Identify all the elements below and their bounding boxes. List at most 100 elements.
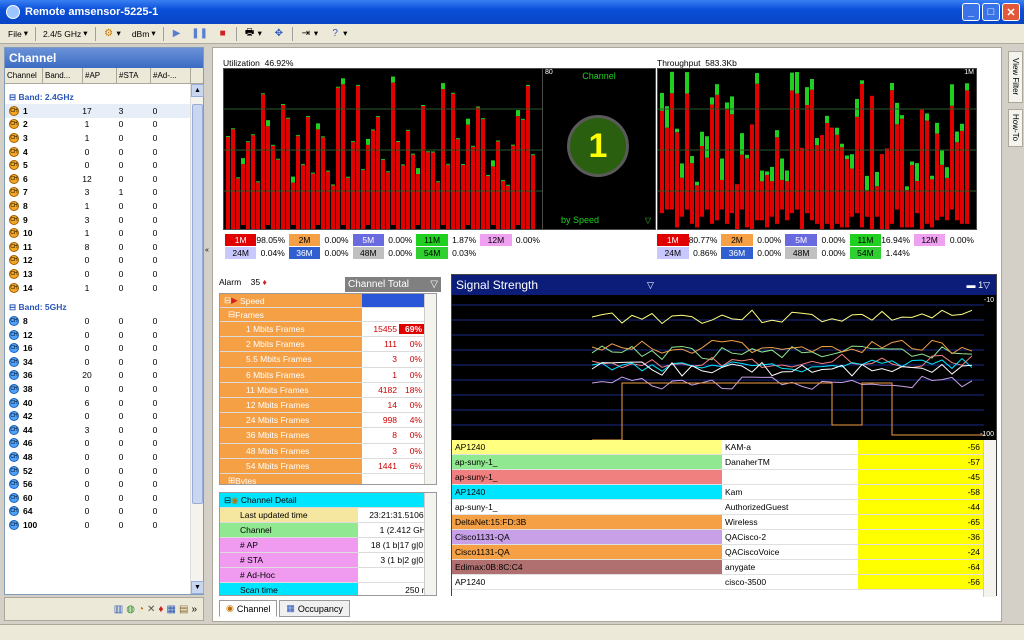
channel-total-dropdown[interactable]: Channel Total ▽ (345, 277, 441, 292)
signal-page[interactable]: ▬ 1▽ (967, 280, 990, 291)
channel-row[interactable]: CH 11 8 0 0 (5, 240, 191, 254)
signal-row[interactable]: DeltaNet:15:FD:3B Wireless -65 (452, 515, 984, 530)
channel-list-scrollbar[interactable]: ▲ ▼ (190, 84, 204, 594)
col-band[interactable]: Band... (43, 68, 83, 83)
speed-row[interactable]: 6 Mbits Frames 1 0% (220, 367, 436, 383)
channel-row[interactable]: CH 10 1 0 0 (5, 226, 191, 240)
speed-row[interactable]: 36 Mbits Frames 8 0% (220, 428, 436, 444)
maximize-button[interactable]: □ (982, 3, 1000, 21)
signal-row[interactable]: AP1240 KAM-a -56 (452, 440, 984, 455)
clipboard-icon[interactable]: ▤ (179, 604, 188, 615)
mode-dropdown-icon[interactable]: ▽ (645, 216, 651, 225)
signal-row[interactable]: ap-suny-1_ -45 (452, 470, 984, 485)
scroll-up-icon[interactable]: ▲ (191, 84, 204, 97)
channel-row[interactable]: CH 60 0 0 0 (5, 491, 191, 505)
splitter[interactable]: « (205, 47, 211, 622)
detail-scrollbar[interactable] (424, 493, 436, 595)
signal-row[interactable]: ap-suny-1_ DanaherTM -57 (452, 455, 984, 470)
detail-header[interactable]: ⊟ ◉ Channel Detail (220, 493, 436, 508)
grid-icon[interactable]: ▦ (167, 604, 176, 615)
tab-how-to[interactable]: How-To (1008, 109, 1023, 147)
band-selector[interactable]: 2.4/5 GHz ▾ (39, 26, 92, 41)
tab-channel[interactable]: ◉ Channel (219, 600, 278, 617)
settings-button[interactable]: ⚙ ▾ (99, 26, 125, 42)
col-sta[interactable]: #STA (117, 68, 151, 83)
scroll-thumb[interactable] (192, 104, 203, 504)
channel-row[interactable]: CH 9 3 0 0 (5, 213, 191, 227)
speed-header[interactable]: ⊟ ▶ Speed (220, 294, 436, 308)
move-button[interactable]: ✥ (269, 26, 289, 42)
channel-row[interactable]: CH 100 0 0 0 (5, 518, 191, 532)
file-menu[interactable]: File ▾ (4, 26, 32, 41)
tab-occupancy[interactable]: ▦ Occupancy (279, 600, 350, 617)
signal-row[interactable]: AP1240 Kam -58 (452, 485, 984, 500)
more-icon[interactable]: » (191, 604, 197, 615)
minimize-button[interactable]: _ (962, 3, 980, 21)
close-button[interactable]: ✕ (1002, 3, 1020, 21)
units-button[interactable]: dBm ▾ (128, 26, 160, 41)
channel-row[interactable]: CH 14 1 0 0 (5, 281, 191, 295)
speed-row[interactable]: 12 Mbits Frames 14 0% (220, 397, 436, 414)
channel-row[interactable]: CH 52 0 0 0 (5, 464, 191, 478)
channel-row[interactable]: CH 42 0 0 0 (5, 409, 191, 423)
speed-row[interactable]: 1 Mbits Frames 15455 69% (220, 322, 436, 338)
channel-row[interactable]: CH 6 12 0 0 (5, 172, 191, 186)
stop-button[interactable]: ■ (213, 26, 233, 42)
channel-row[interactable]: CH 44 3 0 0 (5, 423, 191, 437)
signal-scrollbar[interactable] (983, 440, 996, 597)
channel-row[interactable]: CH 12 0 0 0 (5, 254, 191, 268)
speed-row[interactable]: 48 Mbits Frames 3 0% (220, 443, 436, 459)
channel-row[interactable]: CH 2 1 0 0 (5, 118, 191, 132)
channel-row[interactable]: CH 64 0 0 0 (5, 505, 191, 519)
alarm-icon[interactable]: ♦ (158, 604, 163, 615)
signal-row[interactable]: Cisco1131-QA QACisco-2 -36 (452, 530, 984, 545)
signal-row[interactable]: ap-suny-1_ AuthorizedGuest -44 (452, 500, 984, 515)
band-group-header[interactable]: ⊟ Band: 2.4GHz (5, 90, 191, 104)
speed-row[interactable]: 54 Mbits Frames 1441 6% (220, 458, 436, 474)
channel-row[interactable]: CH 12 0 0 0 (5, 328, 191, 342)
channel-row[interactable]: CH 5 0 0 0 (5, 158, 191, 172)
bar-chart-icon[interactable]: ▥ (114, 604, 123, 615)
channel-row[interactable]: CH 8 0 0 0 (5, 314, 191, 328)
bytes-header[interactable]: ⊞ Bytes (220, 473, 436, 484)
speed-row[interactable]: 2 Mbits Frames 111 0% (220, 337, 436, 353)
channel-row[interactable]: CH 4 0 0 0 (5, 145, 191, 159)
scroll-down-icon[interactable]: ▼ (191, 581, 204, 594)
channel-row[interactable]: CH 13 0 0 0 (5, 267, 191, 281)
speed-row[interactable]: 5.5 Mbits Frames 3 0% (220, 352, 436, 368)
channel-row[interactable]: CH 16 0 0 0 (5, 342, 191, 356)
help-button[interactable]: ? ▾ (325, 26, 351, 42)
speed-row[interactable]: 11 Mbits Frames 4182 18% (220, 382, 436, 398)
speed-scrollbar[interactable] (424, 294, 436, 484)
channel-row[interactable]: CH 48 0 0 0 (5, 450, 191, 464)
collapse-icon[interactable]: « (205, 247, 209, 254)
channel-row[interactable]: CH 56 0 0 0 (5, 477, 191, 491)
signal-row[interactable]: AP1240 cisco-3500 -56 (452, 575, 984, 590)
channel-row[interactable]: CH 40 6 0 0 (5, 396, 191, 410)
print-button[interactable]: 🖶 ▾ (240, 26, 266, 42)
signal-dropdown-icon[interactable]: ▽ (647, 280, 654, 291)
channel-row[interactable]: CH 46 0 0 0 (5, 437, 191, 451)
pie-icon[interactable]: ◔ (138, 604, 144, 615)
speed-row[interactable]: 24 Mbits Frames 998 4% (220, 413, 436, 429)
channel-row[interactable]: CH 36 20 0 0 (5, 369, 191, 383)
channel-row[interactable]: CH 38 0 0 0 (5, 382, 191, 396)
channel-row[interactable]: CH 3 1 0 0 (5, 131, 191, 145)
play-button[interactable]: ▶ (167, 26, 187, 42)
channel-row[interactable]: CH 8 1 0 0 (5, 199, 191, 213)
channel-row[interactable]: CH 34 0 0 0 (5, 355, 191, 369)
channel-row[interactable]: CH 1 17 3 0 (5, 104, 191, 118)
col-channel[interactable]: Channel (5, 68, 43, 83)
export-button[interactable]: ⇥ ▾ (296, 26, 322, 42)
pause-button[interactable]: ❚❚ (190, 26, 210, 42)
globe-icon[interactable]: ◍ (126, 604, 135, 615)
frames-header[interactable]: ⊟ Frames (220, 308, 436, 322)
tab-view-filter[interactable]: View Filter (1008, 51, 1023, 103)
channel-row[interactable]: CH 7 3 1 0 (5, 186, 191, 200)
col-ap[interactable]: #AP (83, 68, 117, 83)
col-adhoc[interactable]: #Ad-... (151, 68, 191, 83)
signal-row[interactable]: Cisco1131-QA QACiscoVoice -24 (452, 545, 984, 560)
tools-icon[interactable]: ✕ (147, 604, 155, 615)
signal-row[interactable]: Edimax:0B:8C:C4 anygate -64 (452, 560, 984, 575)
band-group-header[interactable]: ⊟ Band: 5GHz (5, 300, 191, 314)
